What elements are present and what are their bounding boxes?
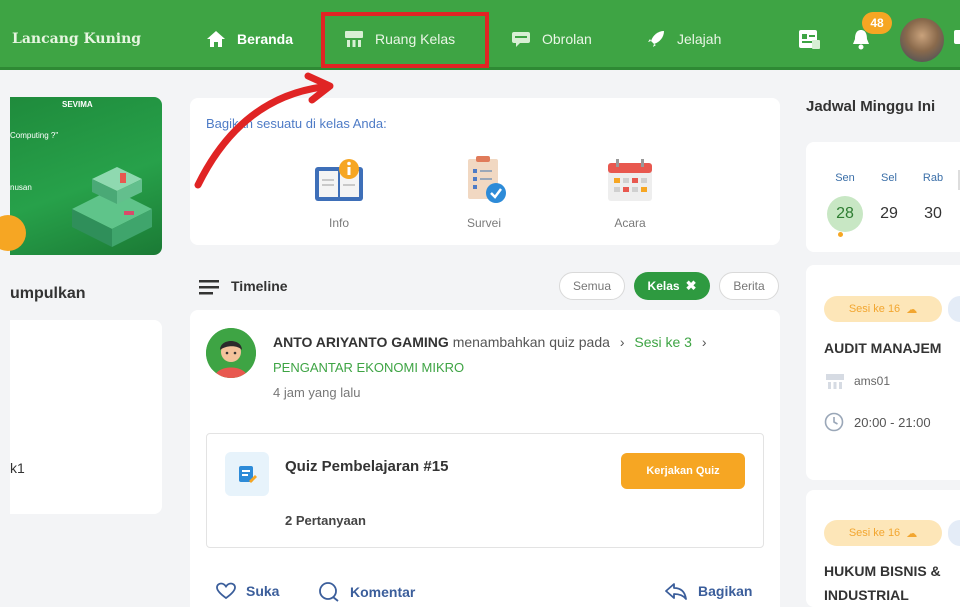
chevron-right-icon: › — [619, 334, 625, 350]
notification-badge: 48 — [862, 12, 892, 34]
schedule-course-title-line2: INDUSTRIAL — [824, 587, 909, 603]
session-badge: Sesi ke 16 ☁ — [824, 296, 942, 322]
survey-icon — [468, 156, 506, 203]
classroom-icon — [826, 374, 844, 389]
schedule-course-title: HUKUM BISNIS & — [824, 563, 941, 579]
clock-icon — [824, 412, 844, 432]
brand-logo[interactable]: Lancang Kuning — [12, 31, 141, 47]
share-icon — [665, 583, 687, 600]
annotation-arrow — [194, 72, 334, 189]
user-avatar[interactable] — [900, 18, 944, 62]
schedule-heading: Jadwal Minggu Ini — [806, 98, 936, 115]
filter-semua[interactable]: Semua — [559, 272, 625, 300]
start-quiz-button[interactable]: Kerjakan Quiz — [621, 453, 745, 489]
rocket-icon — [645, 28, 667, 50]
banner-brand: SEVIMA — [62, 100, 93, 109]
banner-line-1: Computing ?" — [10, 131, 59, 140]
annotation-highlight-box — [321, 12, 489, 68]
calendar-day-label: Rab — [922, 172, 944, 184]
share-event-label: Acara — [614, 216, 646, 230]
post-actions: Suka Komentar Bagikan — [206, 582, 766, 606]
calendar-date[interactable]: 30 — [915, 196, 951, 232]
left-task-card[interactable] — [10, 320, 162, 514]
session-badge-extra — [948, 296, 960, 322]
filter-kelas-label: Kelas — [647, 279, 680, 293]
session-badge: Sesi ke 16 ☁ — [824, 520, 942, 546]
menu-edge — [954, 30, 960, 44]
comment-label: Komentar — [350, 584, 416, 600]
calendar-date[interactable]: 29 — [871, 196, 907, 232]
share-button[interactable]: Bagikan — [664, 582, 752, 600]
quiz-card: Quiz Pembelajaran #15 Kerjakan Quiz 2 Pe… — [206, 433, 764, 548]
calendar-day-label: Sen — [835, 172, 855, 184]
nav-beranda-label: Beranda — [237, 31, 294, 47]
home-icon — [205, 28, 227, 50]
calendar-event-dot — [838, 232, 843, 237]
share-survey-button[interactable]: Survei — [444, 153, 524, 230]
post-author-avatar[interactable] — [206, 328, 256, 378]
banner-line-2: nusan — [10, 183, 32, 192]
session-badge-label: Sesi ke 16 — [848, 303, 901, 315]
schedule-room: ams01 — [824, 372, 890, 390]
chat-icon — [510, 28, 532, 50]
quiz-question-count: 2 Pertanyaan — [285, 513, 366, 528]
share-event-button[interactable]: Acara — [590, 153, 670, 230]
close-icon[interactable]: ✖ — [686, 278, 697, 294]
quiz-title: Quiz Pembelajaran #15 — [285, 458, 449, 475]
cloud-icon: ☁ — [906, 527, 918, 540]
share-label: Bagikan — [698, 583, 753, 599]
calendar-icon — [608, 159, 652, 201]
like-button[interactable]: Suka — [216, 582, 279, 600]
schedule-item[interactable]: Sesi ke 16 ☁ HUKUM BISNIS & INDUSTRIAL — [806, 490, 960, 607]
nav-obrolan[interactable]: Obrolan — [510, 24, 592, 54]
calendar-date-active[interactable]: 28 — [827, 196, 863, 232]
promo-banner[interactable]: SEVIMA Computing ?" nusan — [10, 97, 162, 255]
post-course-link[interactable]: PENGANTAR EKONOMI MIKRO — [273, 360, 464, 375]
share-survey-label: Survei — [466, 216, 501, 230]
nav-obrolan-label: Obrolan — [542, 31, 592, 47]
session-badge-extra — [948, 520, 960, 546]
nav-jelajah[interactable]: Jelajah — [645, 24, 721, 54]
nav-beranda[interactable]: Beranda — [205, 24, 293, 54]
id-card-icon[interactable] — [796, 26, 822, 52]
isometric-illustration — [72, 167, 152, 247]
timeline-title: Timeline — [231, 278, 288, 294]
calendar-day-label: Sel — [881, 172, 897, 184]
schedule-time: 20:00 - 21:00 — [824, 412, 931, 432]
left-task-item[interactable]: k1 — [10, 460, 25, 476]
filter-kelas[interactable]: Kelas ✖ — [634, 272, 710, 300]
schedule-time-label: 20:00 - 21:00 — [854, 414, 931, 430]
schedule-item[interactable]: Sesi ke 16 ☁ AUDIT MANAJEM ams01 20:00 -… — [806, 265, 960, 480]
schedule-room-label: ams01 — [854, 374, 891, 388]
heart-icon — [216, 582, 236, 600]
post-session-link[interactable]: Sesi ke 3 — [634, 334, 692, 350]
timeline-post: ANTO ARIYANTO GAMING menambahkan quiz pa… — [190, 310, 780, 607]
post-header-line: ANTO ARIYANTO GAMING menambahkan quiz pa… — [273, 334, 707, 350]
week-calendar: Sen 28 Sel 29 Rab 30 — [806, 142, 960, 252]
session-badge-label: Sesi ke 16 — [848, 527, 901, 539]
post-action-text: menambahkan quiz pada — [452, 334, 610, 350]
comment-button[interactable]: Komentar — [318, 582, 415, 602]
post-author-name[interactable]: ANTO ARIYANTO GAMING — [273, 334, 449, 350]
post-timestamp: 4 jam yang lalu — [273, 385, 361, 400]
filter-berita[interactable]: Berita — [719, 272, 779, 300]
schedule-course-title: AUDIT MANAJEM — [824, 340, 942, 356]
comment-icon — [319, 582, 339, 602]
nav-jelajah-label: Jelajah — [677, 31, 722, 47]
cloud-icon: ☁ — [906, 303, 918, 316]
menu-lines-icon — [199, 280, 219, 295]
like-label: Suka — [246, 583, 280, 599]
share-info-label: Info — [328, 216, 349, 230]
chevron-right-icon: › — [701, 334, 707, 350]
quiz-icon — [225, 452, 269, 496]
left-section-heading: umpulkan — [10, 285, 86, 302]
